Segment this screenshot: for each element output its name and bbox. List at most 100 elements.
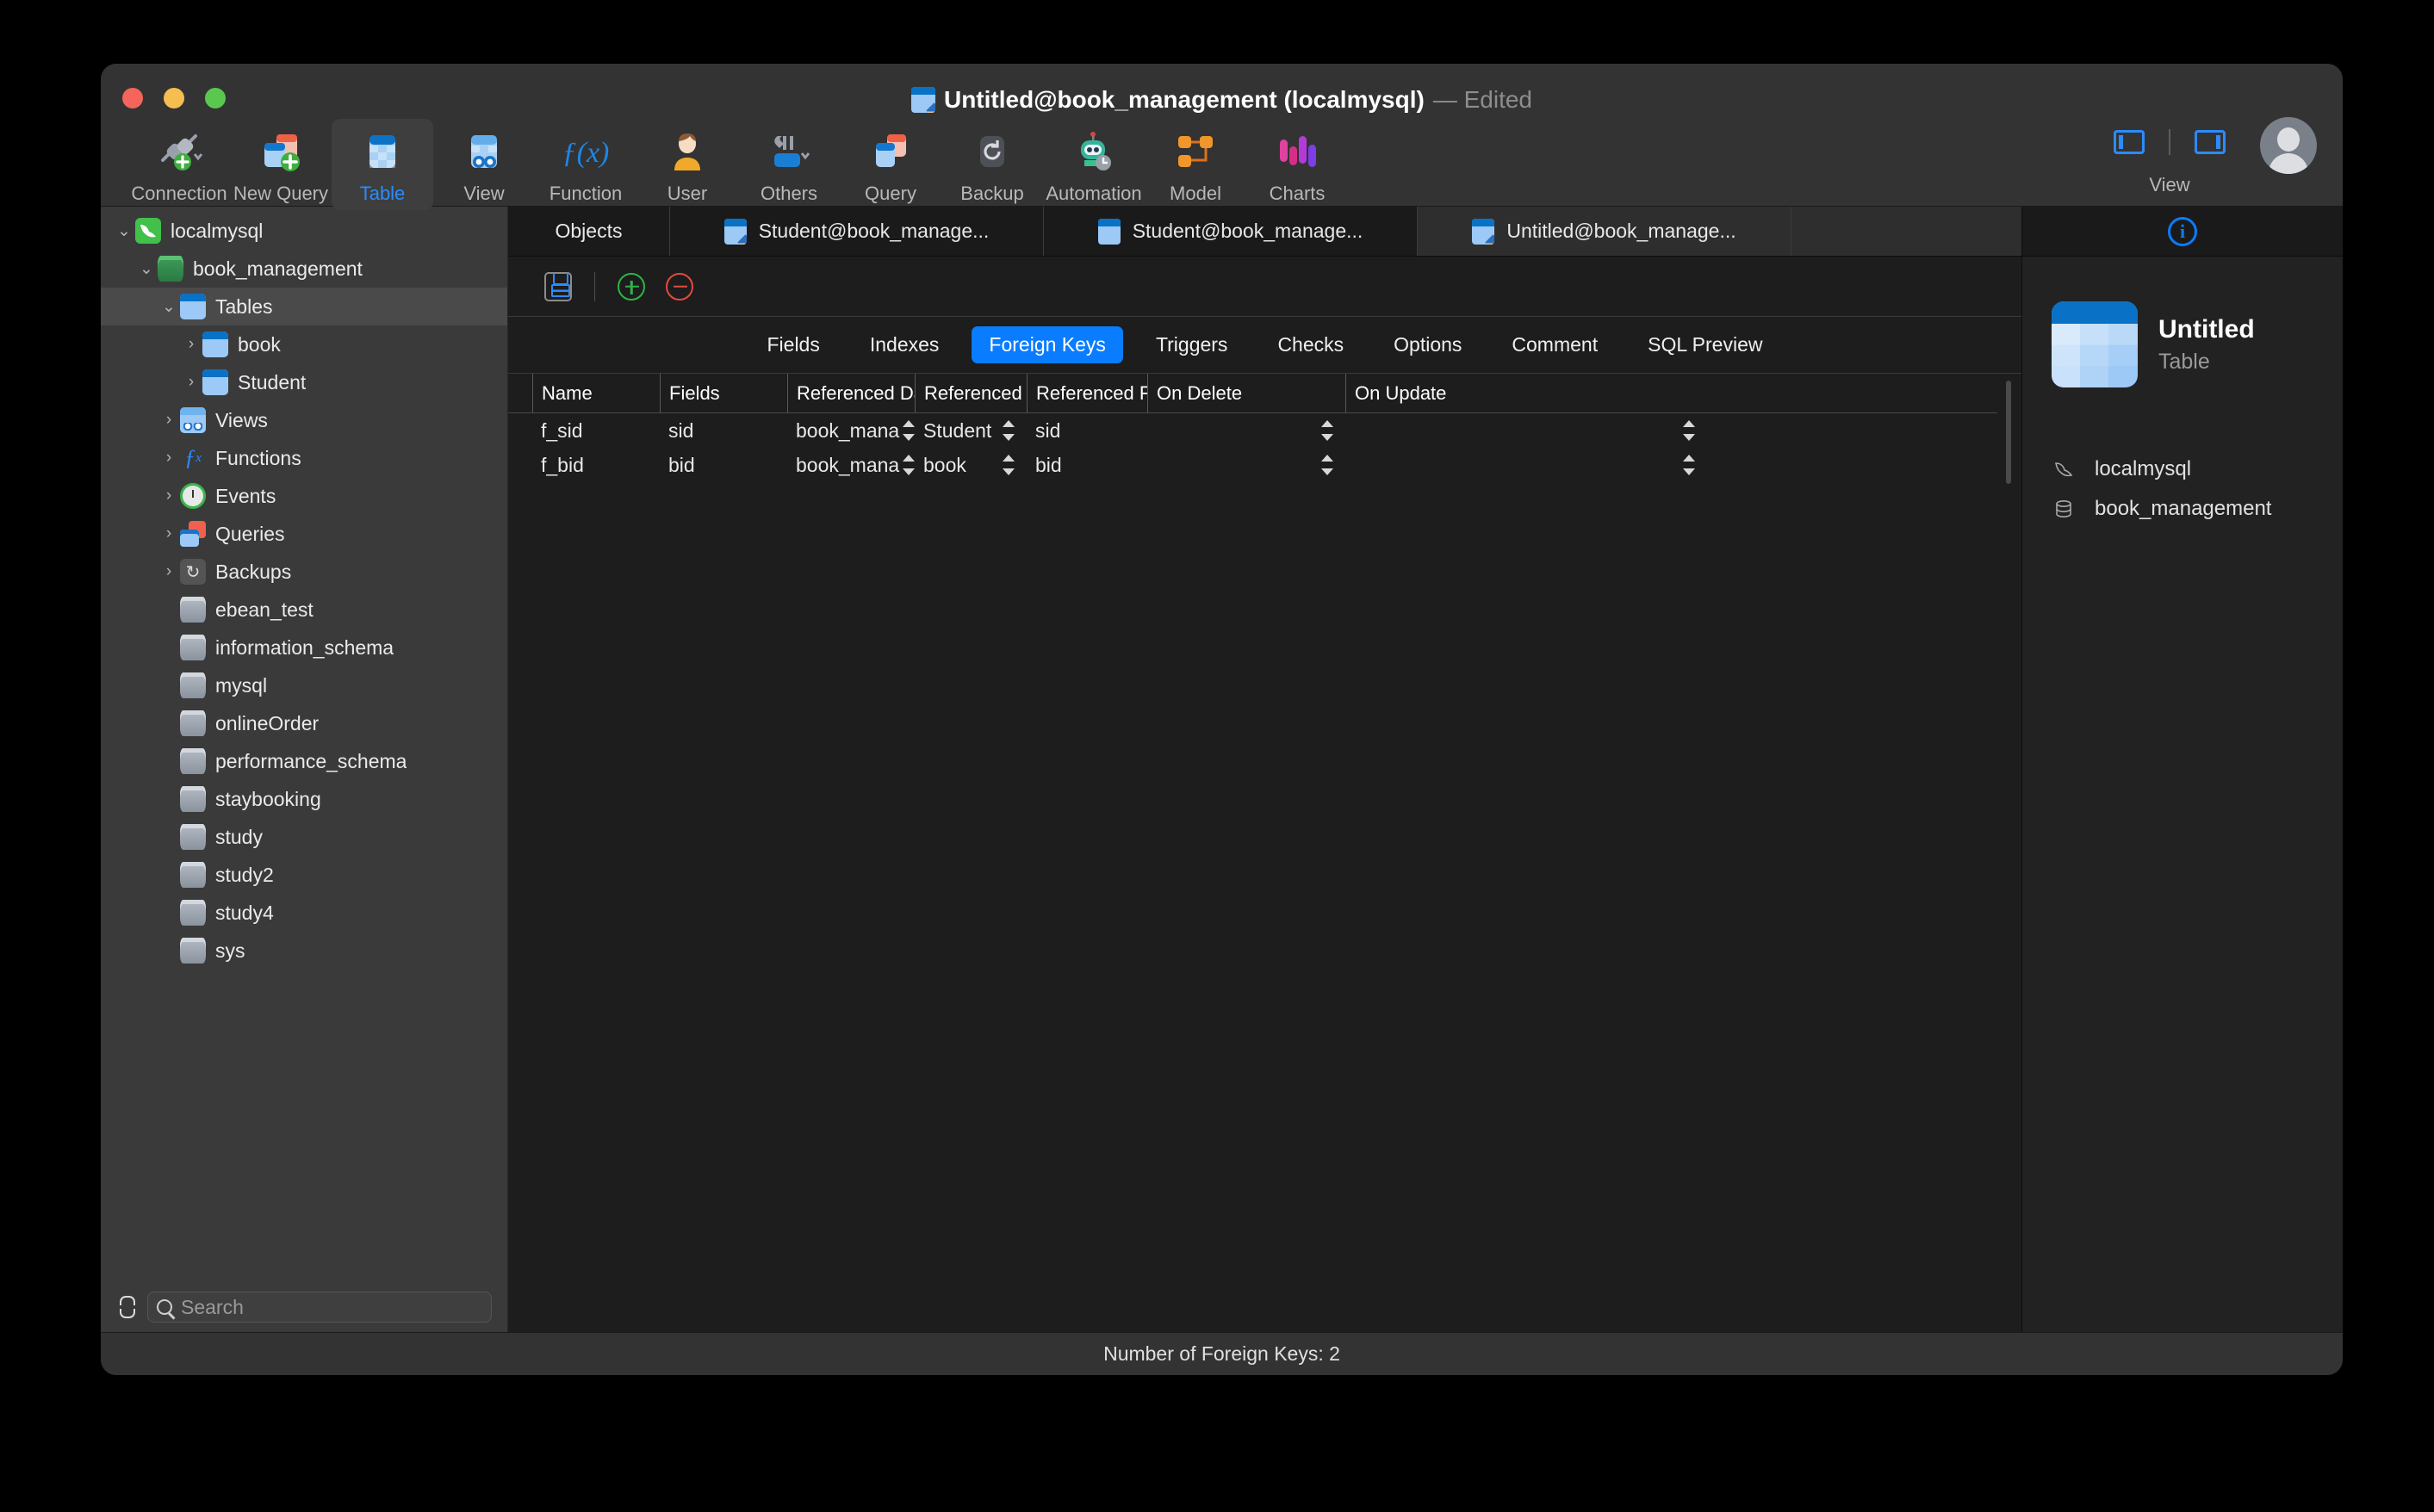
chevron-down-icon[interactable]: ⌄ <box>135 259 158 279</box>
cell-name[interactable]: f_bid <box>532 448 660 482</box>
tree-item-ebean-test[interactable]: ebean_test <box>101 591 507 629</box>
table-row[interactable]: f_bidbidbook_manabookbid <box>508 448 1997 482</box>
cell-referenced-table[interactable]: Student <box>915 413 1027 448</box>
chevron-right-icon[interactable]: › <box>158 562 180 581</box>
cell-name[interactable]: f_sid <box>532 413 660 448</box>
editor-tab-foreign-keys[interactable]: Foreign Keys <box>972 326 1123 363</box>
column-header-name[interactable]: Name <box>532 374 660 412</box>
toolbar-item-backup[interactable]: Backup <box>941 119 1043 210</box>
toolbar-item-others[interactable]: Others <box>738 119 840 210</box>
avatar[interactable] <box>2260 117 2317 174</box>
tree-item-study4[interactable]: study4 <box>101 894 507 932</box>
tree-item-study2[interactable]: study2 <box>101 856 507 894</box>
chevron-down-icon[interactable]: ⌄ <box>158 297 180 317</box>
document-tab-2[interactable]: Student@book_manage... <box>1044 207 1418 256</box>
scrollbar-thumb[interactable] <box>2006 381 2011 484</box>
editor-tab-comment[interactable]: Comment <box>1494 326 1615 363</box>
tree-item-book[interactable]: ›book <box>101 325 507 363</box>
stepper-icon[interactable] <box>1318 418 1337 443</box>
cell-referenced-database[interactable]: book_mana <box>787 448 915 482</box>
stepper-icon[interactable] <box>999 418 1018 443</box>
tree-item-onlineorder[interactable]: onlineOrder <box>101 704 507 742</box>
cell-referenced-table[interactable]: book <box>915 448 1027 482</box>
document-tab-strip[interactable]: ObjectsStudent@book_manage...Student@boo… <box>508 207 2021 257</box>
tree-item-study[interactable]: study <box>101 818 507 856</box>
editor-tab-fields[interactable]: Fields <box>750 326 837 363</box>
chevron-right-icon[interactable]: › <box>158 486 180 505</box>
toolbar-item-function[interactable]: ƒ(x) Function <box>535 119 636 210</box>
tree-item-book-management[interactable]: ⌄book_management <box>101 250 507 288</box>
minus-circle-icon[interactable] <box>666 273 693 301</box>
search-field[interactable] <box>147 1292 492 1323</box>
cell-referenced-fields[interactable]: bid <box>1027 448 1147 482</box>
grid-body[interactable]: f_sidsidbook_manaStudentsidf_bidbidbook_… <box>508 413 1997 1332</box>
tree-item-functions[interactable]: ›ƒxFunctions <box>101 439 507 477</box>
editor-tab-bar[interactable]: Fields Indexes Foreign Keys Triggers Checks O… <box>508 317 2021 374</box>
tree-item-student[interactable]: ›Student <box>101 363 507 401</box>
stepper-icon[interactable] <box>1680 453 1698 477</box>
cell-referenced-fields[interactable]: sid <box>1027 413 1147 448</box>
object-tree[interactable]: ⌄localmysql⌄book_management⌄Tables›book›… <box>101 207 507 1282</box>
cell-fields[interactable]: bid <box>660 448 787 482</box>
toolbar-item-query[interactable]: Query <box>840 119 941 210</box>
save-icon[interactable] <box>544 272 572 301</box>
connection-status-icon[interactable] <box>116 1294 135 1320</box>
column-header-referenced-table[interactable]: Referenced Table <box>915 374 1027 412</box>
column-header-on-update[interactable]: On Update <box>1345 374 1707 412</box>
chevron-right-icon[interactable]: › <box>158 449 180 468</box>
stepper-icon[interactable] <box>899 453 915 477</box>
tree-item-performance-schema[interactable]: performance_schema <box>101 742 507 780</box>
column-header-referenced-dat-[interactable]: Referenced Dat... <box>787 374 915 412</box>
search-input[interactable] <box>181 1296 482 1319</box>
tree-item-mysql[interactable]: mysql <box>101 666 507 704</box>
cell-on-delete[interactable] <box>1147 413 1345 448</box>
toolbar-item-connection[interactable]: Connection <box>128 119 230 210</box>
chevron-down-icon[interactable]: ⌄ <box>113 221 135 241</box>
stepper-icon[interactable] <box>1680 418 1698 443</box>
tree-item-queries[interactable]: ›Queries <box>101 515 507 553</box>
column-header-fields[interactable]: Fields <box>660 374 787 412</box>
plus-circle-icon[interactable] <box>618 273 645 301</box>
chevron-right-icon[interactable]: › <box>180 373 202 392</box>
tree-item-views[interactable]: ›Views <box>101 401 507 439</box>
editor-tab-checks[interactable]: Checks <box>1260 326 1361 363</box>
tree-item-backups[interactable]: ›↻Backups <box>101 553 507 591</box>
cell-referenced-database[interactable]: book_mana <box>787 413 915 448</box>
table-row[interactable]: f_sidsidbook_manaStudentsid <box>508 413 1997 448</box>
tree-item-sys[interactable]: sys <box>101 932 507 970</box>
editor-tab-triggers[interactable]: Triggers <box>1139 326 1245 363</box>
chevron-right-icon[interactable]: › <box>158 524 180 543</box>
chevron-right-icon[interactable]: › <box>180 335 202 354</box>
toolbar-item-charts[interactable]: Charts <box>1246 119 1348 210</box>
document-tab-1[interactable]: Student@book_manage... <box>670 207 1044 256</box>
editor-tab-sql-preview[interactable]: SQL Preview <box>1630 326 1779 363</box>
tree-item-information-schema[interactable]: information_schema <box>101 629 507 666</box>
cell-on-update[interactable] <box>1345 413 1707 448</box>
toggle-right-panel-icon[interactable] <box>2195 130 2226 154</box>
document-tab-3[interactable]: Untitled@book_manage... <box>1418 207 1791 256</box>
toolbar-item-view[interactable]: View <box>433 119 535 210</box>
editor-tab-options[interactable]: Options <box>1376 326 1479 363</box>
toolbar-item-new-query[interactable]: New Query <box>230 119 332 210</box>
column-header-on-delete[interactable]: On Delete <box>1147 374 1345 412</box>
cell-on-delete[interactable] <box>1147 448 1345 482</box>
stepper-icon[interactable] <box>999 453 1018 477</box>
column-header-referenced-fields[interactable]: Referenced Fields <box>1027 374 1147 412</box>
stepper-icon[interactable] <box>899 418 915 443</box>
toolbar-item-automation[interactable]: Automation <box>1043 119 1145 210</box>
toggle-left-panel-icon[interactable] <box>2114 130 2145 154</box>
grid-scrollbar[interactable] <box>1997 374 2021 1332</box>
toolbar-item-user[interactable]: User <box>636 119 738 210</box>
editor-tab-indexes[interactable]: Indexes <box>853 326 957 363</box>
tree-item-localmysql[interactable]: ⌄localmysql <box>101 212 507 250</box>
document-tab-0[interactable]: Objects <box>508 207 670 256</box>
cell-fields[interactable]: sid <box>660 413 787 448</box>
tree-item-staybooking[interactable]: staybooking <box>101 780 507 818</box>
toolbar-item-table[interactable]: Table <box>332 119 433 210</box>
chevron-right-icon[interactable]: › <box>158 411 180 430</box>
stepper-icon[interactable] <box>1318 453 1337 477</box>
cell-on-update[interactable] <box>1345 448 1707 482</box>
tree-item-events[interactable]: ›Events <box>101 477 507 515</box>
tree-item-tables[interactable]: ⌄Tables <box>101 288 507 325</box>
info-icon[interactable]: i <box>2168 217 2197 246</box>
